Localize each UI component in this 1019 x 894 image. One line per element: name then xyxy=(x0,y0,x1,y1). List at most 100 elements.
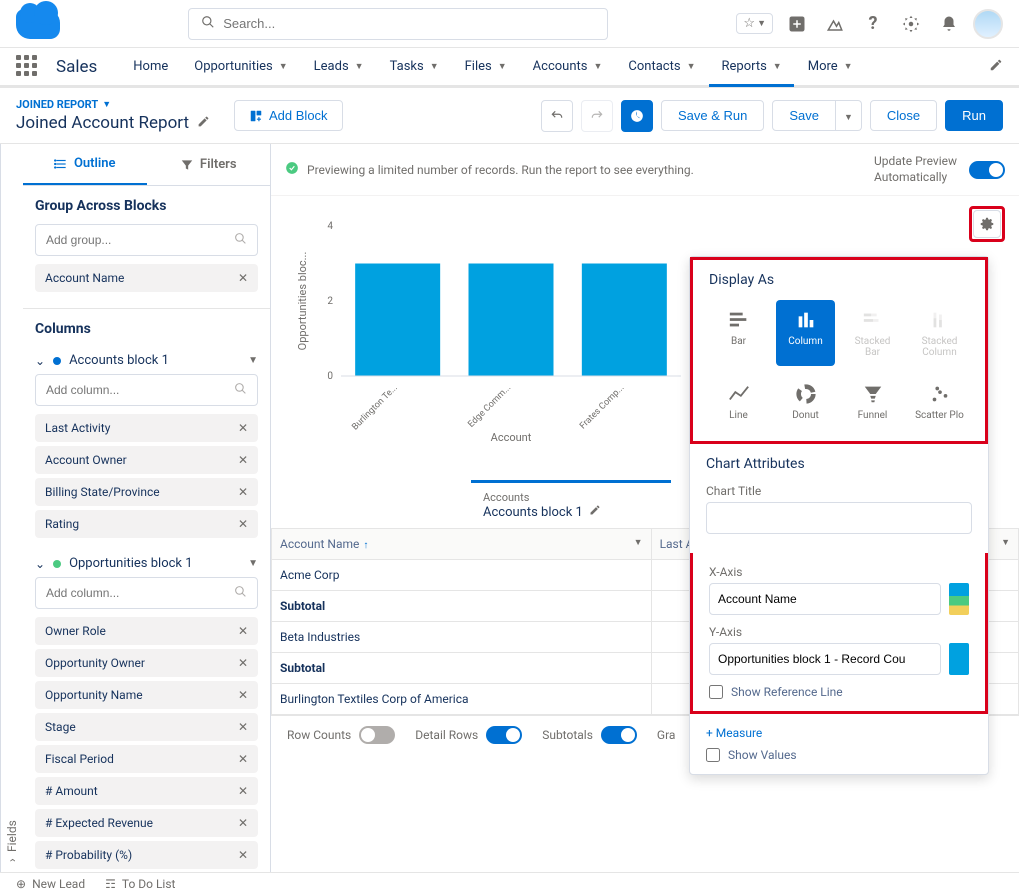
bar-icon xyxy=(727,308,751,332)
tab-outline[interactable]: Outline xyxy=(23,144,147,185)
block-menu-icon[interactable]: ▼ xyxy=(248,355,258,366)
remove-icon[interactable]: ✕ xyxy=(238,848,248,862)
notifications-icon[interactable] xyxy=(935,10,963,38)
auto-preview-toggle[interactable]: ✓ xyxy=(969,161,1005,179)
column-menu-icon[interactable]: ▼ xyxy=(1001,537,1010,548)
column-pill[interactable]: Fiscal Period✕ xyxy=(35,745,258,773)
add-column-input[interactable] xyxy=(35,577,258,609)
todo-utility[interactable]: ☶ To Do List xyxy=(105,877,175,891)
save-run-button[interactable]: Save & Run xyxy=(661,100,764,131)
chevron-down-icon: ▼ xyxy=(773,61,782,72)
edit-nav-button[interactable] xyxy=(989,58,1003,76)
save-button[interactable]: Save xyxy=(772,100,836,131)
remove-icon[interactable]: ✕ xyxy=(238,720,248,734)
detail-rows-toggle[interactable]: ✓ xyxy=(486,726,522,744)
column-pill[interactable]: Opportunity Owner✕ xyxy=(35,649,258,677)
column-pill[interactable]: # Expected Revenue✕ xyxy=(35,809,258,837)
nav-item-contacts[interactable]: Contacts▼ xyxy=(616,50,707,87)
remove-icon[interactable]: ✕ xyxy=(238,752,248,766)
nav-item-leads[interactable]: Leads▼ xyxy=(302,50,376,87)
save-dropdown-button[interactable]: ▼ xyxy=(836,100,862,131)
chart-type-funnel[interactable]: Funnel xyxy=(843,374,902,429)
search-input[interactable] xyxy=(223,16,595,31)
y-axis-input[interactable] xyxy=(709,643,941,675)
global-search[interactable] xyxy=(188,8,608,40)
settings-icon[interactable] xyxy=(897,10,925,38)
column-pill[interactable]: Billing State/Province✕ xyxy=(35,478,258,506)
toggle-chart-button[interactable] xyxy=(621,100,653,132)
remove-icon[interactable]: ✕ xyxy=(238,624,248,638)
column-pill[interactable]: Last Activity✕ xyxy=(35,414,258,442)
remove-icon[interactable]: ✕ xyxy=(238,816,248,830)
help-icon[interactable]: ? xyxy=(859,10,887,38)
remove-icon[interactable]: ✕ xyxy=(238,453,248,467)
trailhead-icon[interactable] xyxy=(821,10,849,38)
row-counts-toggle[interactable] xyxy=(359,726,395,744)
svg-text:Opportunities bloc...: Opportunities bloc... xyxy=(296,252,309,351)
user-avatar[interactable] xyxy=(973,9,1003,39)
x-axis-color-swatch[interactable] xyxy=(949,583,969,615)
subtotals-toggle[interactable]: ✓ xyxy=(601,726,637,744)
close-button[interactable]: Close xyxy=(870,100,937,131)
chart-type-column[interactable]: Column xyxy=(776,300,835,366)
tab-filters[interactable]: Filters xyxy=(147,144,271,185)
block-name-label: Accounts block 1 xyxy=(69,353,169,368)
column-pill[interactable]: # Amount✕ xyxy=(35,777,258,805)
undo-button[interactable] xyxy=(541,100,573,132)
remove-icon[interactable]: ✕ xyxy=(238,688,248,702)
x-axis-input[interactable] xyxy=(709,583,941,615)
column-pill[interactable]: Opportunity Name✕ xyxy=(35,681,258,709)
nav-item-more[interactable]: More▼ xyxy=(796,50,865,87)
show-values-checkbox[interactable] xyxy=(706,748,720,762)
add-group-input[interactable] xyxy=(35,224,258,256)
show-values-checkbox-row[interactable]: Show Values xyxy=(706,748,972,762)
app-launcher[interactable] xyxy=(16,55,40,79)
chart-type-line[interactable]: Line xyxy=(709,374,768,429)
show-reference-checkbox[interactable] xyxy=(709,685,723,699)
nav-item-tasks[interactable]: Tasks▼ xyxy=(378,50,451,87)
chart-settings-button[interactable] xyxy=(973,210,1001,238)
column-pill[interactable]: Account Owner✕ xyxy=(35,446,258,474)
block-header[interactable]: ⌄ Accounts block 1 ▼ xyxy=(35,347,258,374)
remove-icon[interactable]: ✕ xyxy=(238,517,248,531)
nav-item-reports[interactable]: Reports▼ xyxy=(709,50,793,87)
chart-type-donut[interactable]: Donut xyxy=(776,374,835,429)
y-axis-color-swatch[interactable] xyxy=(949,643,969,675)
favorites-button[interactable]: ☆ ▼ xyxy=(736,13,773,34)
group-pill[interactable]: Account Name ✕ xyxy=(35,264,258,292)
chevron-icon: › xyxy=(5,858,19,862)
add-column-input[interactable] xyxy=(35,374,258,406)
chart-type-bar[interactable]: Bar xyxy=(709,300,768,366)
add-block-button[interactable]: Add Block xyxy=(234,100,343,131)
new-lead-utility[interactable]: ⊕ New Lead xyxy=(16,877,85,891)
edit-block-icon[interactable] xyxy=(589,504,601,520)
chart-type-scatter[interactable]: Scatter Plo xyxy=(910,374,969,429)
add-button[interactable] xyxy=(783,10,811,38)
remove-icon[interactable]: ✕ xyxy=(238,656,248,670)
column-pill[interactable]: Owner Role✕ xyxy=(35,617,258,645)
block-menu-icon[interactable]: ▼ xyxy=(248,558,258,569)
chart-title-input[interactable] xyxy=(706,502,972,534)
remove-icon[interactable]: ✕ xyxy=(238,271,248,285)
add-measure-button[interactable]: + Measure xyxy=(706,726,972,740)
nav-item-home[interactable]: Home xyxy=(121,50,180,87)
redo-button[interactable] xyxy=(581,100,613,132)
show-reference-checkbox-row[interactable]: Show Reference Line xyxy=(709,685,969,699)
remove-icon[interactable]: ✕ xyxy=(238,421,248,435)
edit-title-icon[interactable] xyxy=(197,115,210,132)
run-button[interactable]: Run xyxy=(945,100,1003,131)
nav-item-files[interactable]: Files▼ xyxy=(453,50,519,87)
column-menu-icon[interactable]: ▼ xyxy=(634,537,643,548)
remove-icon[interactable]: ✕ xyxy=(238,485,248,499)
block-header[interactable]: ⌄ Opportunities block 1 ▼ xyxy=(35,550,258,577)
chevron-down-icon: ▼ xyxy=(102,99,111,110)
fields-panel-toggle[interactable]: › Fields xyxy=(0,144,23,872)
column-pill[interactable]: # Probability (%)✕ xyxy=(35,841,258,869)
column-pill[interactable]: Rating✕ xyxy=(35,510,258,538)
remove-icon[interactable]: ✕ xyxy=(238,784,248,798)
report-type-label[interactable]: JOINED REPORT ▼ xyxy=(16,98,210,111)
nav-item-accounts[interactable]: Accounts▼ xyxy=(521,50,615,87)
nav-item-opportunities[interactable]: Opportunities▼ xyxy=(182,50,299,87)
column-header[interactable]: Account Name↑▼ xyxy=(272,529,652,560)
column-pill[interactable]: Stage✕ xyxy=(35,713,258,741)
